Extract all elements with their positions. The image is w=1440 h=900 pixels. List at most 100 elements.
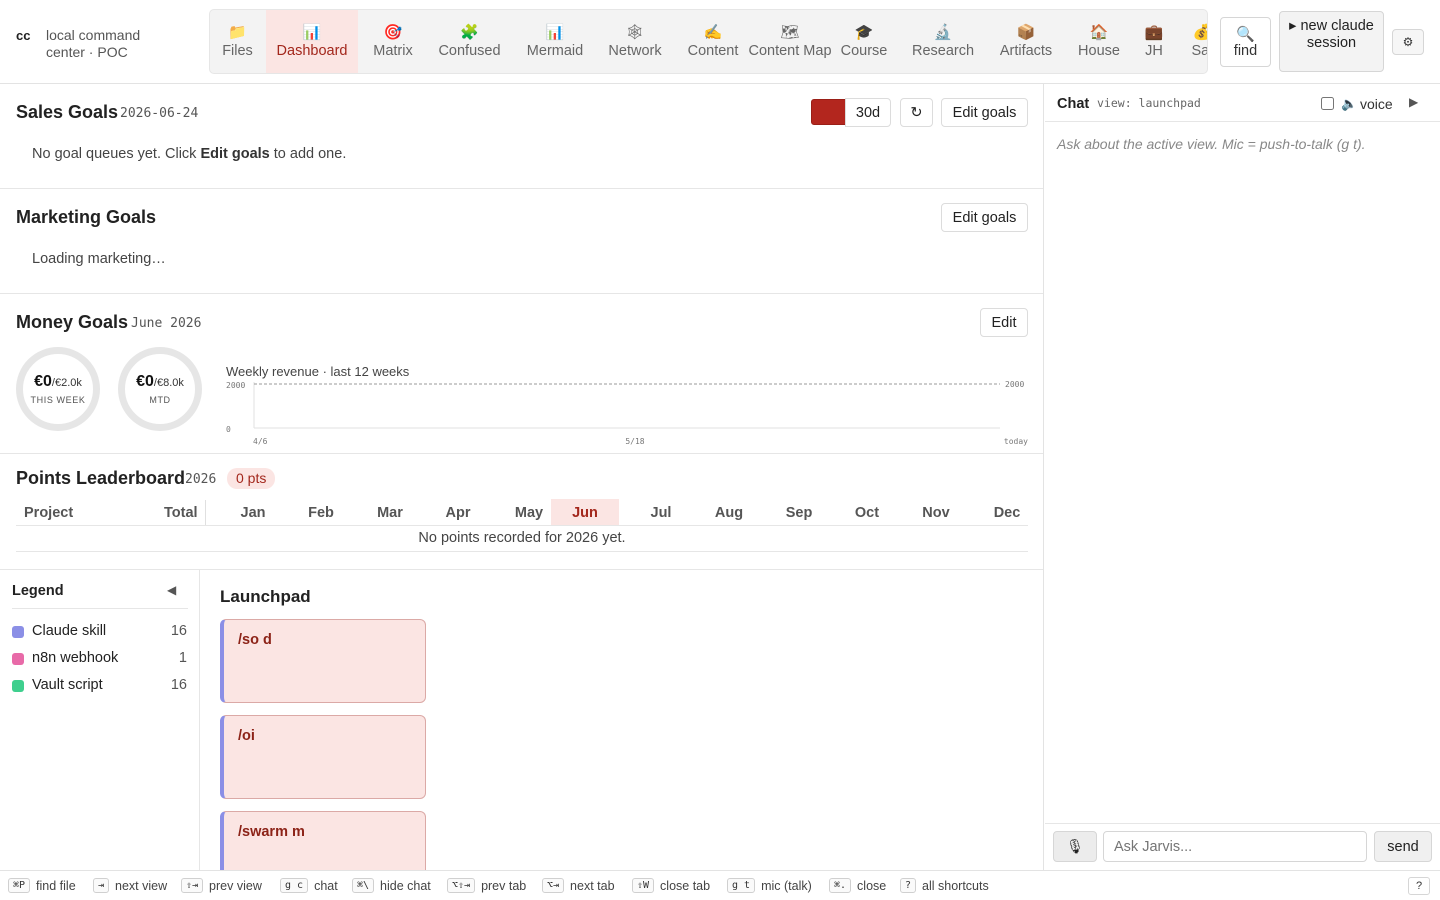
launchpad-card[interactable]: /oi <box>220 715 426 799</box>
legend-label: Vault script <box>32 677 103 693</box>
tab-content[interactable]: ✍ Content <box>681 10 745 73</box>
tab-matrix[interactable]: 🎯 Matrix <box>364 10 422 73</box>
shortcut-key: g c <box>280 878 309 893</box>
shortcut-label: next view <box>115 878 168 893</box>
money-goals-period: June 2026 <box>131 316 202 331</box>
money-goals-section: Money Goals June 2026 Edit €0/€2.0k THIS… <box>0 294 1043 454</box>
month-feb: Feb <box>308 505 334 521</box>
sales-empty-message: No goal queues yet. Click Edit goals to … <box>32 146 346 162</box>
tab-label: Network <box>608 42 662 59</box>
this-week-ring: €0/€2.0k THIS WEEK <box>16 347 100 431</box>
col-project: Project <box>24 505 74 521</box>
refresh-icon: ↻ <box>910 104 923 121</box>
tab-network[interactable]: 🕸 Network <box>598 10 672 73</box>
y-tick-label: 2000 <box>226 381 245 390</box>
shortcut-key: ⇧⇥ <box>181 878 204 893</box>
mtd-ring: €0/€8.0k MTD <box>118 347 202 431</box>
legend-swatch <box>12 680 24 692</box>
mic-button[interactable]: 🎙 <box>1053 831 1097 862</box>
send-button[interactable]: send <box>1374 831 1432 862</box>
range-selector[interactable]: 30d <box>845 98 891 127</box>
month-jun: Jun <box>551 499 619 525</box>
month-dec: Dec <box>993 505 1021 521</box>
legend-rule <box>12 608 188 609</box>
tab-files[interactable]: 📁 Files <box>219 10 256 73</box>
leaderboard-header-rule <box>16 525 1028 526</box>
voice-checkbox[interactable] <box>1321 97 1334 110</box>
tab-confused[interactable]: 🧩 Confused <box>428 10 511 73</box>
month-sep: Sep <box>785 505 813 521</box>
tab-mermaid[interactable]: 📊 Mermaid <box>516 10 594 73</box>
launchpad-card-label: /so d <box>238 632 272 648</box>
tab-icon: 🔬 <box>933 23 953 41</box>
play-icon[interactable]: ▶ <box>1409 95 1418 109</box>
tab-house[interactable]: 🏠 House <box>1069 10 1129 73</box>
tab-label: Research <box>911 42 975 59</box>
chat-title: Chat <box>1057 96 1090 112</box>
shortcut-label: chat <box>314 878 338 893</box>
tab-label: Matrix <box>373 42 413 59</box>
sales-goals-section: Sales Goals 2026-06-24 30d ↻ Edit goals … <box>0 84 1043 189</box>
tab-label: Files <box>222 42 253 59</box>
gear-icon: ⚙ <box>1402 35 1414 49</box>
legend-item: Claude skill 16 <box>12 622 188 642</box>
month-jul: Jul <box>650 505 672 521</box>
tab-content-map[interactable]: 🗺 Content Map <box>748 10 832 73</box>
sales-goals-date: 2026-06-24 <box>120 106 199 121</box>
tab-icon: 💰 <box>1193 24 1207 42</box>
legend-count: 1 <box>178 650 187 666</box>
tab-research[interactable]: 🔬 Research <box>904 10 982 73</box>
shortcut-item: ⌘. close <box>829 878 886 893</box>
sales-color-swatch[interactable] <box>811 99 846 125</box>
tab-icon: 🧩 <box>460 23 479 41</box>
find-button[interactable]: 🔍 find <box>1220 17 1271 67</box>
chat-input[interactable] <box>1103 831 1367 862</box>
shortcut-label: mic (talk) <box>761 878 812 893</box>
shortcut-key: g t <box>727 878 756 893</box>
leaderboard-title: Points Leaderboard <box>16 468 186 488</box>
new-claude-session-button[interactable]: ▸ new claude session <box>1279 11 1384 72</box>
this-week-label: THIS WEEK <box>30 395 86 405</box>
tab-icon: 🎯 <box>383 23 403 41</box>
shortcut-key: ⌘\ <box>352 878 375 893</box>
collapse-legend-icon[interactable]: ◀ <box>167 583 176 597</box>
marketing-edit-goals-button[interactable]: Edit goals <box>941 203 1028 232</box>
shortcut-key: ⌘. <box>829 878 852 893</box>
shortcut-key: ⌥⇥ <box>542 878 565 893</box>
shortcut-item: ⇧W close tab <box>632 878 710 893</box>
tab-dashboard[interactable]: 📊 Dashboard <box>266 10 358 73</box>
help-button[interactable]: ? <box>1408 877 1430 895</box>
voice-label: voice <box>1360 96 1393 112</box>
sales-edit-goals-button[interactable]: Edit goals <box>941 98 1028 127</box>
launchpad-card[interactable]: /so d <box>220 619 426 703</box>
view-tabs: 📁 Files 📊 Dashboard 🎯 Matrix 🧩 Confused 📊 Mermaid… <box>209 9 1208 74</box>
legend-label: n8n webhook <box>32 650 119 666</box>
month-nov: Nov <box>922 505 950 521</box>
settings-button[interactable]: ⚙ <box>1392 29 1424 55</box>
tab-sal[interactable]: 💰Sal <box>1182 10 1207 73</box>
speaker-icon: 🔈 <box>1341 96 1358 111</box>
launchpad-card-label: /oi <box>238 728 255 744</box>
refresh-button[interactable]: ↻ <box>900 98 933 127</box>
shortcut-label: close tab <box>660 878 711 893</box>
legend-swatch <box>12 653 24 665</box>
x-tick-label: 5/18 <box>625 437 644 446</box>
money-edit-button[interactable]: Edit <box>980 308 1028 337</box>
col-total: Total <box>164 505 198 521</box>
tab-jh[interactable]: 💼 JH <box>1135 10 1173 73</box>
tab-label: Mermaid <box>526 42 584 59</box>
shortcut-item: ⇧⇥ prev view <box>181 878 262 893</box>
money-goals-title: Money Goals <box>16 312 129 332</box>
shortcut-label: next tab <box>570 878 615 893</box>
top-bar: cc local command center · POC 📁 Files 📊 Das… <box>0 0 1440 84</box>
tab-artifacts[interactable]: 📦 Artifacts <box>989 10 1063 73</box>
launchpad-card[interactable]: /swarm m <box>220 811 426 870</box>
shortcut-label: prev tab <box>481 878 527 893</box>
this-week-value: €0/€2.0k <box>34 373 82 390</box>
mic-icon: 🎙 <box>1066 838 1084 854</box>
tab-icon: 📊 <box>545 23 565 41</box>
tab-course[interactable]: 🎓 Course <box>833 10 895 73</box>
tab-label: JH <box>1145 42 1163 59</box>
y-tick-label: 0 <box>226 425 231 434</box>
sales-empty-prefix: No goal queues yet. Click <box>32 146 201 162</box>
